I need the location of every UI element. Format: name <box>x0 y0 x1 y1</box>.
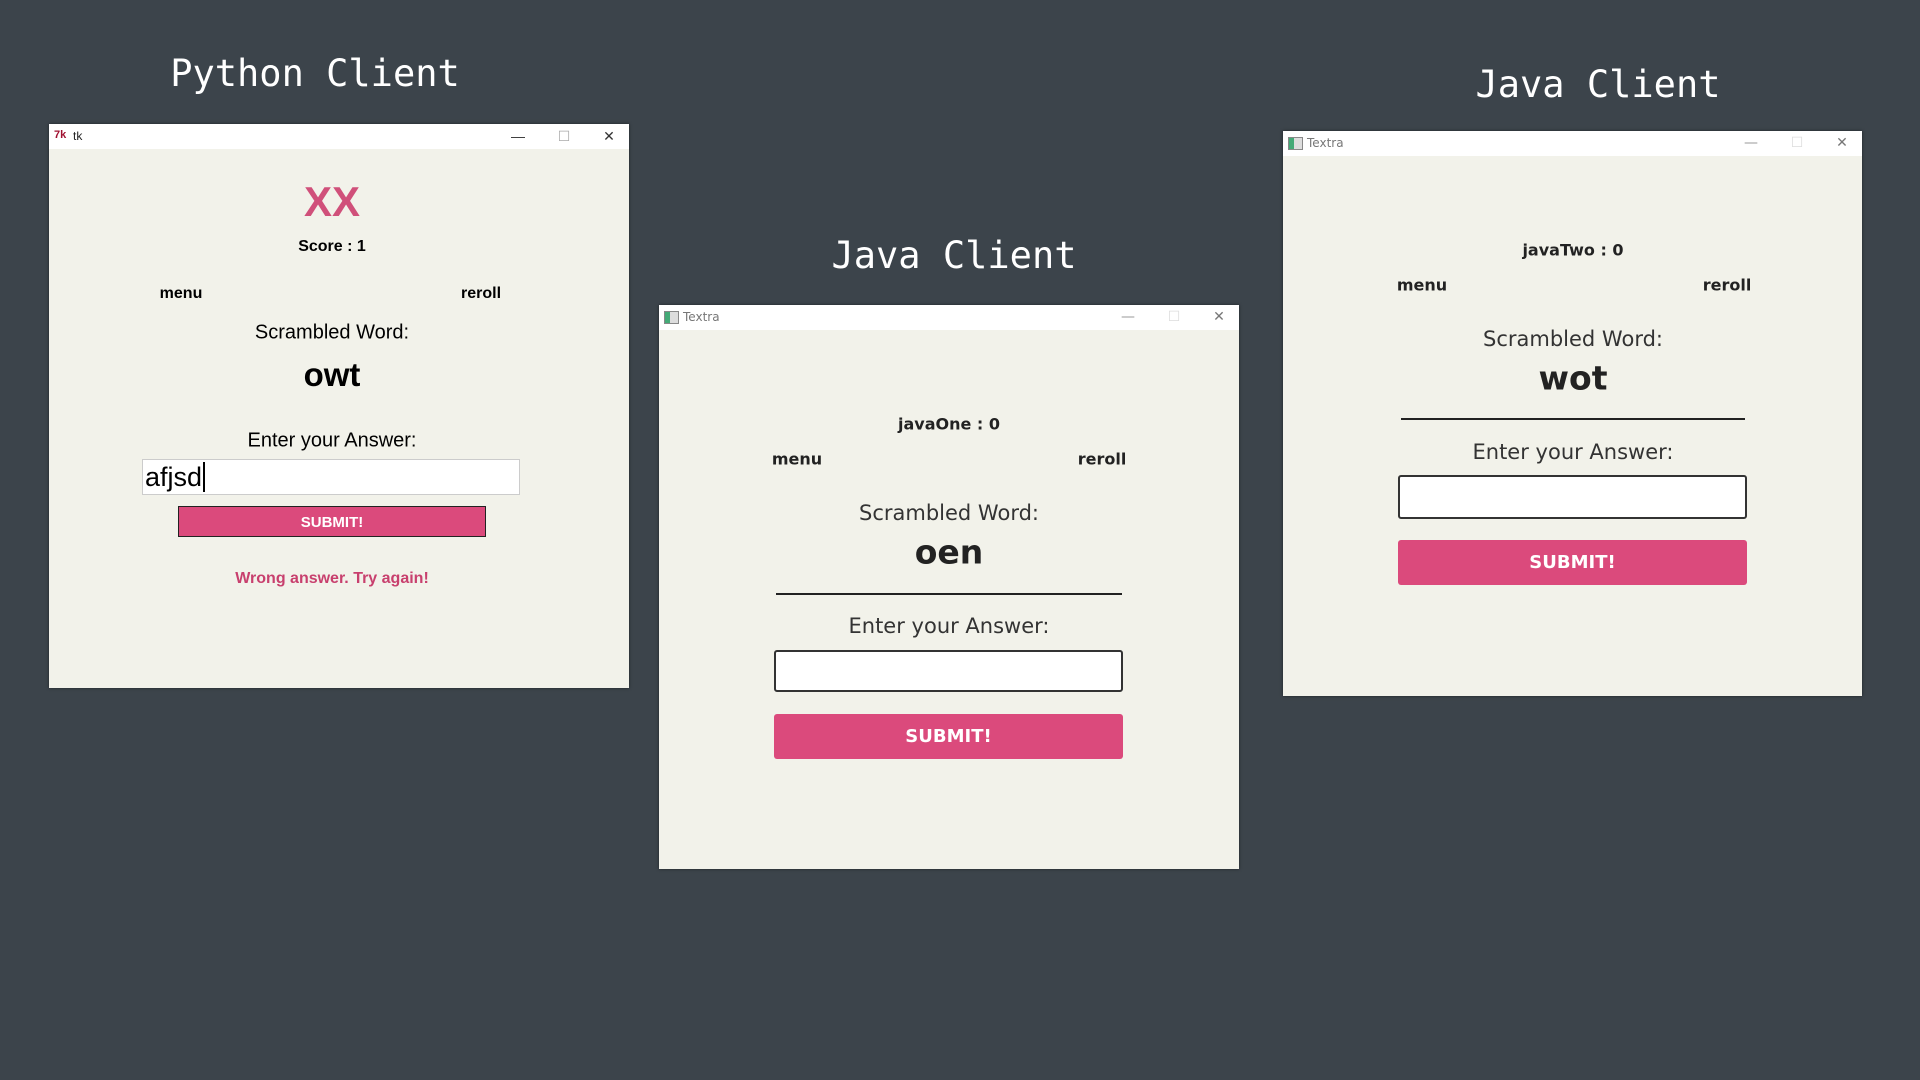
score-label: javaTwo : 0 <box>1522 240 1624 260</box>
answer-input[interactable]: afjsd <box>142 459 520 495</box>
maximize-button[interactable]: ☐ <box>1159 307 1189 327</box>
tk-feather-icon: 7k <box>54 129 67 141</box>
text-cursor <box>203 462 206 492</box>
scrambled-word: owt <box>303 356 361 393</box>
submit-button[interactable]: SUBMIT! <box>1398 540 1747 585</box>
java-two-window: Textra — ☐ ✕ javaTwo : 0 menu reroll Scr… <box>1283 131 1862 696</box>
reroll-button[interactable]: reroll <box>1703 276 1752 295</box>
maximize-button[interactable]: ☐ <box>549 126 579 146</box>
java-client-label-right: Java Client <box>1475 63 1721 106</box>
python-client-label: Python Client <box>170 52 460 95</box>
menu-button[interactable]: menu <box>160 285 203 303</box>
window-title: Textra <box>683 310 720 324</box>
answer-value: afjsd <box>145 462 203 492</box>
title-bar[interactable]: Textra — ☐ ✕ <box>659 305 1239 330</box>
minimize-button[interactable]: — <box>1113 307 1143 327</box>
answer-input[interactable] <box>1398 475 1747 519</box>
answer-label: Enter your Answer: <box>247 429 417 452</box>
menu-button[interactable]: menu <box>772 450 822 469</box>
java-client-label-middle: Java Client <box>831 234 1077 277</box>
submit-button[interactable]: SUBMIT! <box>178 506 486 537</box>
divider <box>1401 418 1745 420</box>
reroll-button[interactable]: reroll <box>1078 450 1127 469</box>
java-app-icon <box>664 311 679 324</box>
title-bar[interactable]: Textra — ☐ ✕ <box>1283 131 1862 156</box>
window-title: Textra <box>1307 136 1344 150</box>
score-label: Score : 1 <box>298 238 366 255</box>
close-button[interactable]: ✕ <box>594 126 624 146</box>
divider <box>776 593 1122 595</box>
window-title: tk <box>73 129 83 143</box>
answer-input[interactable] <box>774 650 1123 692</box>
scrambled-label: Scrambled Word: <box>1483 327 1663 351</box>
minimize-button[interactable]: — <box>503 126 533 146</box>
menu-button[interactable]: menu <box>1397 276 1447 295</box>
result-text: XX <box>303 178 361 225</box>
answer-label: Enter your Answer: <box>848 614 1050 638</box>
feedback-message: Wrong answer. Try again! <box>235 570 429 587</box>
reroll-button[interactable]: reroll <box>461 285 501 303</box>
title-bar[interactable]: 7k tk — ☐ ✕ <box>49 124 629 149</box>
submit-button[interactable]: SUBMIT! <box>774 714 1123 759</box>
python-window: 7k tk — ☐ ✕ XX Score : 1 menu reroll Scr… <box>49 124 629 688</box>
maximize-button[interactable]: ☐ <box>1782 133 1812 153</box>
java-app-icon <box>1288 137 1303 150</box>
scrambled-label: Scrambled Word: <box>859 501 1039 525</box>
java-one-window: Textra — ☐ ✕ javaOne : 0 menu reroll Scr… <box>659 305 1239 869</box>
scrambled-word: oen <box>914 532 984 572</box>
minimize-button[interactable]: — <box>1736 133 1766 153</box>
scrambled-label: Scrambled Word: <box>254 321 410 344</box>
answer-label: Enter your Answer: <box>1472 440 1674 464</box>
close-button[interactable]: ✕ <box>1204 307 1234 327</box>
score-label: javaOne : 0 <box>897 414 1001 434</box>
close-button[interactable]: ✕ <box>1827 133 1857 153</box>
scrambled-word: wot <box>1538 358 1608 398</box>
